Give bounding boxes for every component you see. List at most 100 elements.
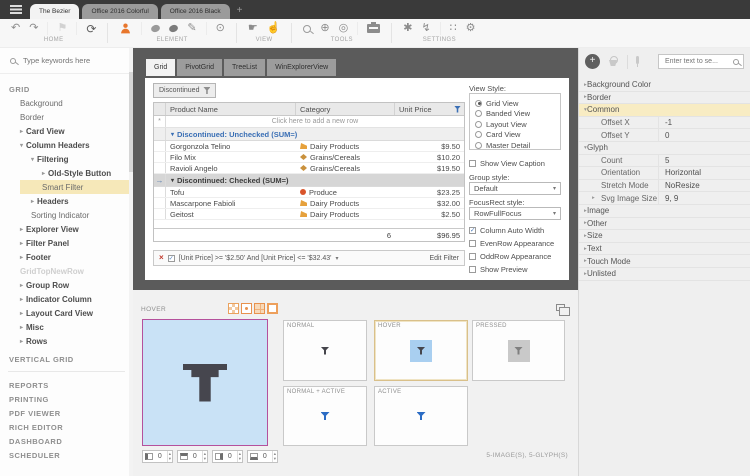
sidebar-item-rich-editor[interactable]: RICH EDITOR [0, 420, 133, 434]
sidebar-item-layout-card-view[interactable]: ▸Layout Card View [0, 306, 133, 320]
sidebar-item-reports[interactable]: REPORTS [0, 378, 133, 392]
checkbox[interactable] [469, 253, 476, 260]
refresh-icon[interactable]: ⟳ [86, 23, 96, 35]
property-group-unlisted[interactable]: ▸Unlisted [579, 268, 750, 281]
state-box-normal[interactable]: NORMAL [283, 320, 367, 381]
sidebar-item-grid[interactable]: GRID [0, 82, 133, 96]
sidebar-item-dashboard[interactable]: DASHBOARD [0, 434, 133, 448]
property-group-text[interactable]: ▸Text [579, 243, 750, 256]
table-row[interactable]: GeitostDairy Products$2.50 [154, 209, 464, 220]
checkbox[interactable] [469, 240, 476, 247]
sidebar-item-old-style-button[interactable]: ▸Old-Style Button [0, 166, 133, 180]
grid-header-row[interactable]: Product Name Category Unit Price [154, 103, 464, 116]
tab-winexplorerview[interactable]: WinExplorerView [267, 59, 336, 76]
property-group-other[interactable]: ▸Other [579, 218, 750, 231]
check-evenrow-appearance[interactable]: EvenRow Appearance [469, 237, 566, 250]
property-value[interactable]: 5 [658, 155, 750, 167]
check-show-preview[interactable]: Show Preview [469, 263, 566, 276]
sidebar-item-border[interactable]: Border [0, 110, 133, 124]
compass-icon[interactable]: ⊙ [216, 23, 225, 34]
gear-icon[interactable]: ⚙ [466, 23, 476, 34]
radio-layout-view[interactable]: Layout View [475, 119, 560, 130]
margin-spinner-top[interactable]: 0▴▾ [177, 450, 208, 463]
theme-tab-office-2016-colorful[interactable]: Office 2016 Colorful [82, 4, 157, 19]
sidebar-item-filtering[interactable]: ▾Filtering [0, 152, 133, 166]
save-icon[interactable]: ⚑ [57, 23, 67, 34]
group-style-dropdown[interactable]: Default ▾ [469, 182, 561, 195]
table-row[interactable]: Gorgonzola TelinoDairy Products$9.50 [154, 141, 464, 152]
edit-filter-link[interactable]: Edit Filter [429, 255, 459, 262]
radio-button[interactable] [475, 131, 482, 138]
pen-icon[interactable]: ✎ [187, 23, 196, 34]
sidebar-item-filter-panel[interactable]: ▸Filter Panel [0, 236, 133, 250]
column-filter-icon[interactable] [454, 106, 461, 113]
grid-group-row[interactable]: ▾Discontinued: Unchecked (SUM=) [154, 128, 464, 141]
dots-icon[interactable]: ∷ [450, 23, 457, 34]
state-box-active[interactable]: ACTIVE [374, 386, 468, 446]
radio-button[interactable] [475, 142, 482, 149]
sidebar-item-misc[interactable]: ▸Misc [0, 320, 133, 334]
glyph-preview-canvas[interactable] [142, 319, 268, 446]
margin-spinner-bottom[interactable]: 0▴▾ [247, 450, 278, 463]
state-box-hover[interactable]: HOVER [374, 320, 468, 381]
show-view-caption-checkbox[interactable] [469, 160, 476, 167]
brush-icon[interactable] [150, 24, 161, 34]
lightning-icon[interactable]: ↯ [421, 23, 430, 34]
undo-icon[interactable]: ↶ [11, 23, 20, 34]
touch-cursor-icon[interactable]: ☝ [267, 23, 281, 34]
new-row[interactable]: * Click here to add a new row [154, 116, 464, 128]
property-value[interactable]: 0 [658, 129, 750, 141]
property-value[interactable]: Horizontal [658, 167, 750, 179]
grid-view-icon[interactable] [254, 303, 265, 314]
grid-group-row[interactable]: →▾Discontinued: Checked (SUM=) [154, 174, 464, 187]
table-row[interactable]: Mascarpone FabioliDairy Products$32.00 [154, 198, 464, 209]
property-group-touch-mode[interactable]: ▸Touch Mode [579, 255, 750, 268]
magnifier-icon[interactable] [303, 25, 311, 33]
sidebar-item-column-headers[interactable]: ▾Column Headers [0, 138, 133, 152]
radio-grid-view[interactable]: Grid View [475, 98, 560, 109]
mention-icon[interactable]: ◎ [339, 23, 349, 34]
focusrect-style-dropdown[interactable]: RowFullFocus ▾ [469, 207, 561, 220]
property-offset-y[interactable]: Offset Y0 [579, 129, 750, 142]
radio-button[interactable] [475, 100, 482, 107]
column-header-product[interactable]: Product Name [166, 103, 296, 115]
checkbox[interactable] [469, 266, 476, 273]
table-row[interactable]: Filo MixGrains/Cereals$10.20 [154, 152, 464, 163]
sidebar-search-input[interactable] [21, 55, 117, 66]
theme-tab-the-bezier[interactable]: The Bezier [30, 4, 79, 19]
brush-icon-2[interactable] [168, 24, 179, 34]
spinner-arrows[interactable]: ▴▾ [167, 451, 172, 462]
sidebar-item-group-row[interactable]: ▸Group Row [0, 278, 133, 292]
property-offset-x[interactable]: Offset X-1 [579, 117, 750, 130]
spinner-down-icon[interactable]: ▾ [169, 457, 171, 462]
tab-grid[interactable]: Grid [146, 59, 175, 76]
user-icon[interactable] [119, 22, 132, 35]
paint-bucket-icon[interactable] [608, 56, 619, 67]
sidebar-item-gridtopnewrow[interactable]: GridTopNewRow [0, 264, 133, 278]
property-count[interactable]: Count5 [579, 155, 750, 168]
show-view-caption-row[interactable]: Show View Caption [469, 157, 566, 170]
sidebar-item-rows[interactable]: ▸Rows [0, 334, 133, 348]
spinner-arrows[interactable]: ▴▾ [237, 451, 242, 462]
sidebar-item-vertical-grid[interactable]: VERTICAL GRID [0, 352, 133, 366]
sidebar-item-background[interactable]: Background [0, 96, 133, 110]
sidebar-item-explorer-view[interactable]: ▸Explorer View [0, 222, 133, 236]
margin-spinner-right[interactable]: 0▴▾ [212, 450, 243, 463]
sidebar-item-indicator-column[interactable]: ▸Indicator Column [0, 292, 133, 306]
property-value[interactable]: 9, 9 [658, 192, 750, 204]
radio-button[interactable] [475, 110, 482, 117]
hand-cursor-icon[interactable]: ☛ [248, 23, 258, 34]
sidebar-item-footer[interactable]: ▸Footer [0, 250, 133, 264]
spinner-down-icon[interactable]: ▾ [274, 457, 276, 462]
group-by-box[interactable]: Discontinued [153, 83, 216, 98]
redo-icon[interactable]: ↷ [29, 23, 38, 34]
pin-icon[interactable] [636, 56, 639, 64]
spinner-down-icon[interactable]: ▾ [239, 457, 241, 462]
table-row[interactable]: Ravioli AngeloGrains/Cereals$19.50 [154, 163, 464, 174]
table-row[interactable]: TofuProduce$23.25 [154, 187, 464, 198]
margin-spinner-left[interactable]: 0▴▾ [142, 450, 173, 463]
target-icon[interactable]: ⊕ [320, 23, 329, 34]
radio-master-detail[interactable]: Master Detail [475, 140, 560, 151]
spinner-down-icon[interactable]: ▾ [204, 457, 206, 462]
sidebar-item-card-view[interactable]: ▸Card View [0, 124, 133, 138]
